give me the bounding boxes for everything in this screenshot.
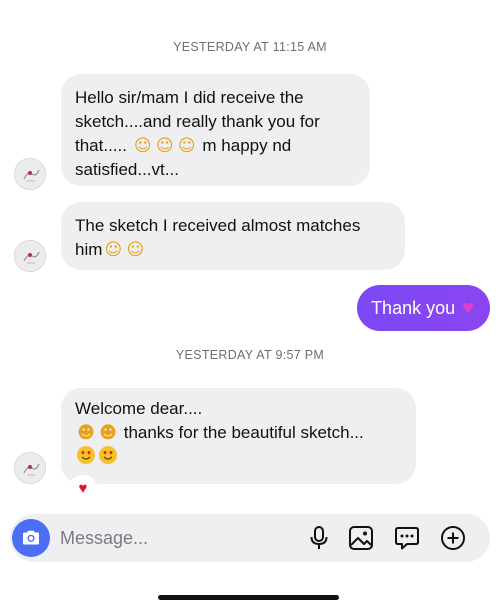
message-line: satisfied...vt... xyxy=(75,160,179,179)
gallery-icon xyxy=(349,526,373,550)
purple-heart-icon: ♥ xyxy=(462,296,474,319)
message-line: him ☺ ☺ xyxy=(75,238,391,262)
smiling-face-icon: ☺ xyxy=(126,240,145,260)
camera-button[interactable] xyxy=(12,519,50,557)
message-line-text: m happy nd xyxy=(197,136,292,155)
message-line: Welcome dear.... xyxy=(75,399,203,418)
smiling-face-icon: ☺ xyxy=(155,136,174,156)
smiling-face-icon: ☻ xyxy=(99,423,117,443)
heart-eyes-icon xyxy=(75,445,97,472)
avatar[interactable] xyxy=(14,452,46,484)
add-button[interactable] xyxy=(440,525,466,551)
sticker-button[interactable] xyxy=(394,525,420,551)
message-line-text: that..... xyxy=(75,136,132,155)
message-line: sketch....and really thank you for xyxy=(75,112,320,131)
gallery-button[interactable] xyxy=(348,525,374,551)
message-line-text: thanks for the beautiful sketch... xyxy=(119,423,364,442)
message-input[interactable] xyxy=(60,525,290,551)
smiling-face-icon: ☺ xyxy=(177,136,196,156)
avatar-sketch-image xyxy=(15,159,45,189)
plus-icon xyxy=(441,526,465,550)
avatar[interactable] xyxy=(14,240,46,272)
message-line-text: him xyxy=(75,240,103,259)
sticker-icon xyxy=(395,527,419,550)
smiling-face-icon: ☺ xyxy=(133,136,152,156)
message-line: that..... ☺ ☺ ☺ m happy nd xyxy=(75,134,356,158)
home-indicator xyxy=(158,595,339,600)
reaction-badge[interactable]: ♥ xyxy=(71,477,95,499)
message-line: ☻ ☻ thanks for the beautiful sketch... xyxy=(75,421,402,445)
microphone-icon xyxy=(310,526,328,549)
received-message-2[interactable]: The sketch I received almost matches him… xyxy=(61,202,405,270)
message-line xyxy=(75,445,402,472)
smiling-face-icon: ☻ xyxy=(77,423,95,443)
timestamp-1: YESTERDAY AT 11:15 AM xyxy=(173,40,327,54)
avatar-sketch-image xyxy=(15,241,45,271)
heart-eyes-icon xyxy=(97,445,119,472)
message-line: Hello sir/mam I did receive the xyxy=(75,88,304,107)
smiling-face-icon: ☺ xyxy=(104,240,123,260)
sent-message[interactable]: Thank you ♥ xyxy=(357,285,490,331)
timestamp-2: YESTERDAY AT 9:57 PM xyxy=(175,348,325,362)
message-line: The sketch I received almost matches xyxy=(75,216,361,235)
sent-message-text: Thank you xyxy=(371,297,456,318)
avatar-sketch-image xyxy=(15,453,45,483)
avatar[interactable] xyxy=(14,158,46,190)
message-composer xyxy=(10,514,490,562)
red-heart-icon: ♥ xyxy=(78,479,88,497)
microphone-button[interactable] xyxy=(306,525,332,551)
camera-icon xyxy=(23,530,39,545)
received-message-1[interactable]: Hello sir/mam I did receive the sketch..… xyxy=(61,74,370,186)
received-message-3[interactable]: Welcome dear.... ☻ ☻ thanks for the beaut… xyxy=(61,388,416,484)
